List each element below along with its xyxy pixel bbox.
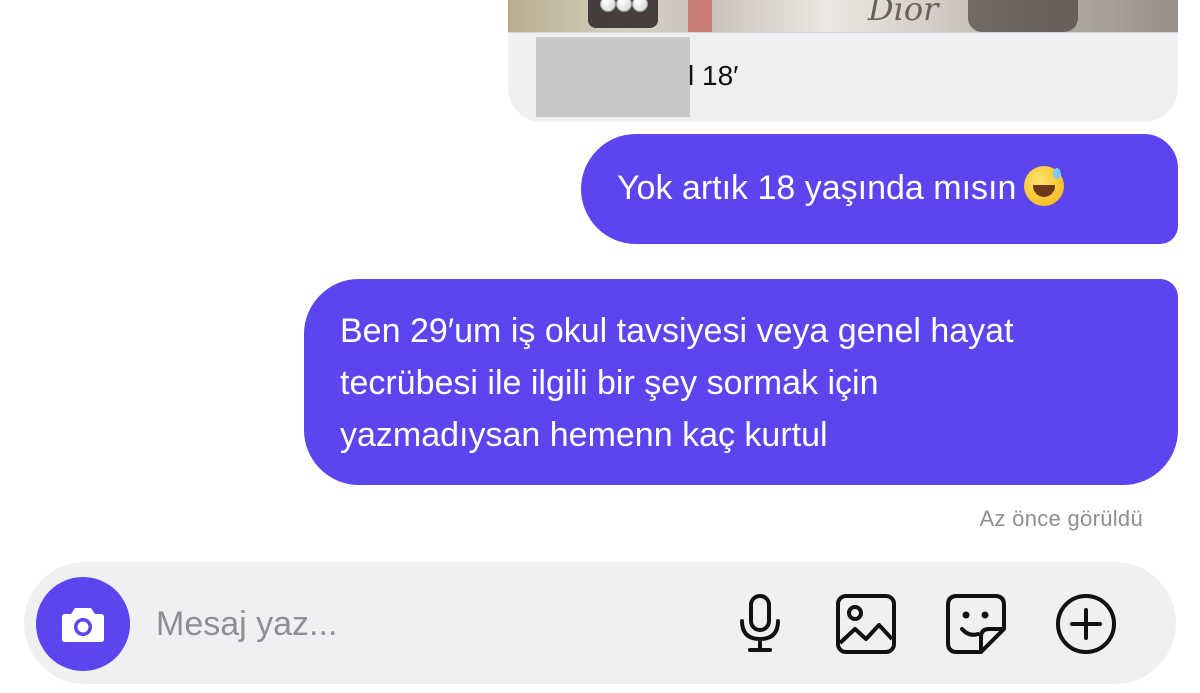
camera-button[interactable] [36,577,130,671]
outgoing-message-bubble[interactable]: Ben 29′um iş okul tavsiyesi veya genel h… [304,279,1178,485]
microphone-button[interactable] [728,592,792,656]
seen-status: Az önce görüldü [979,506,1143,531]
image-detail [688,0,712,32]
sticker-button[interactable] [944,592,1008,656]
message-text-line: Ben 29′um iş okul tavsiyesi veya genel h… [340,312,1014,350]
more-options-button[interactable] [1054,592,1118,656]
message-composer [24,562,1176,684]
shared-post-caption: l 18′ [688,60,739,91]
gallery-icon [836,594,896,654]
message-input[interactable] [156,600,696,648]
message-text: Yok artık 18 yaşında mısın [617,169,1017,207]
sticker-icon [946,594,1006,654]
grinning-face-with-sweat-emoji-icon [1024,166,1065,207]
plus-circle-icon [1056,594,1116,654]
shared-post-card[interactable]: Dior l 18′ [508,0,1178,122]
microphone-icon [740,594,780,652]
chat-screen: Dior l 18′ Yok artık 18 yaşında mısın Be… [0,0,1200,693]
camera-icon [62,608,104,642]
message-text-line: tecrübesi ile ilgili bir şey sormak için [340,364,879,402]
outgoing-message-bubble[interactable]: Yok artık 18 yaşında mısın [581,134,1178,244]
shared-post-image[interactable]: Dior [508,0,1178,33]
image-logo-text: Dior [868,0,939,28]
gallery-button[interactable] [834,592,898,656]
image-detail [968,0,1078,32]
message-text-line: yazmadıysan hemenn kaç kurtul [340,416,828,454]
redacted-username [536,37,690,117]
